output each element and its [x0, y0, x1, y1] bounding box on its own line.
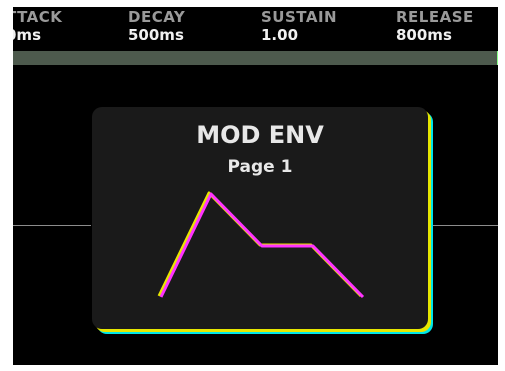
envelope-graph [157, 191, 365, 299]
param-sustain-value: 1.00 [261, 26, 299, 44]
param-attack-label: TTACK [13, 8, 63, 26]
param-decay-label: DECAY [128, 8, 186, 26]
param-attack-value: 0ms [13, 26, 41, 44]
mod-env-popup: MOD ENV Page 1 [92, 107, 428, 329]
envelope-shape-magenta [159, 192, 365, 299]
param-sustain-label: SUSTAIN [261, 8, 338, 26]
param-release-value: 800ms [396, 26, 452, 44]
envelope-baseline-left [13, 225, 91, 226]
param-release-label: RELEASE [396, 8, 474, 26]
param-attack[interactable]: TTACK 0ms [13, 10, 62, 43]
param-release[interactable]: RELEASE 800ms [396, 10, 474, 43]
param-decay[interactable]: DECAY 500ms [128, 10, 185, 43]
parameter-bar-indicator [497, 51, 498, 65]
device-screen: TTACK 0ms DECAY 500ms SUSTAIN 1.00 RELEA… [13, 7, 498, 365]
parameter-bar [13, 51, 497, 65]
param-decay-value: 500ms [128, 26, 184, 44]
envelope-baseline-right [431, 225, 498, 226]
param-sustain[interactable]: SUSTAIN 1.00 [261, 10, 337, 43]
